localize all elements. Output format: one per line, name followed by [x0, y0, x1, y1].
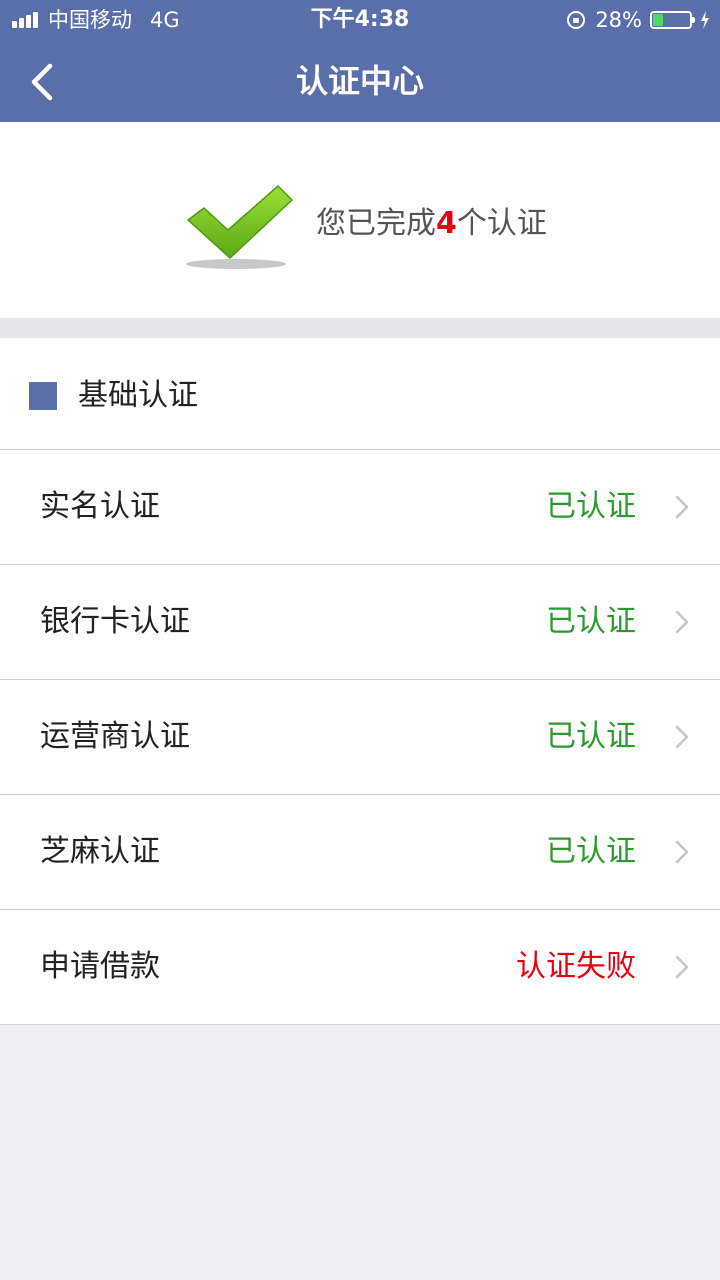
item-status: 认证失败 — [516, 949, 636, 984]
section-divider — [0, 318, 720, 338]
list-item[interactable]: 申请借款 认证失败 — [0, 910, 720, 1025]
chevron-right-icon — [675, 840, 689, 864]
item-label: 芝麻认证 — [40, 834, 160, 869]
item-label: 银行卡认证 — [40, 604, 190, 639]
status-bar: 中国移动 4G 下午4:38 28% — [0, 0, 720, 40]
charging-bolt-icon — [701, 11, 709, 29]
list-item[interactable]: 运营商认证 已认证 — [0, 680, 720, 795]
item-status: 已认证 — [546, 489, 636, 524]
checkmark-icon — [186, 185, 293, 269]
completion-text: 您已完成4个认证 — [316, 204, 547, 244]
verification-list: 实名认证 已认证 银行卡认证 已认证 运营商认证 已认证 芝麻认证 已认证 申请… — [0, 450, 720, 1025]
section-title: 基础认证 — [78, 378, 198, 413]
verification-summary: 您已完成4个认证 — [0, 122, 720, 318]
item-label: 实名认证 — [40, 489, 160, 524]
completion-suffix: 个认证 — [456, 206, 547, 241]
completion-count: 4 — [436, 206, 457, 241]
chevron-right-icon — [675, 955, 689, 979]
list-item[interactable]: 银行卡认证 已认证 — [0, 565, 720, 680]
item-label: 运营商认证 — [40, 719, 190, 754]
list-item[interactable]: 芝麻认证 已认证 — [0, 795, 720, 910]
chevron-right-icon — [675, 495, 689, 519]
item-status: 已认证 — [546, 719, 636, 754]
list-item[interactable]: 实名认证 已认证 — [0, 450, 720, 565]
chevron-right-icon — [675, 725, 689, 749]
section-header: 基础认证 — [0, 338, 720, 450]
page-title: 认证中心 — [295, 62, 424, 100]
battery-icon — [650, 11, 695, 29]
navigation-bar: 认证中心 — [0, 40, 720, 122]
rotation-lock-icon — [567, 11, 586, 29]
chevron-right-icon — [675, 610, 689, 634]
item-status: 已认证 — [546, 604, 636, 639]
header-bar: 中国移动 4G 下午4:38 28% 认证中心 — [0, 0, 720, 122]
item-label: 申请借款 — [40, 949, 160, 984]
battery-percent: 28% — [595, 8, 642, 32]
completion-prefix: 您已完成 — [316, 206, 436, 241]
item-status: 已认证 — [546, 834, 636, 869]
section-marker — [29, 382, 57, 410]
